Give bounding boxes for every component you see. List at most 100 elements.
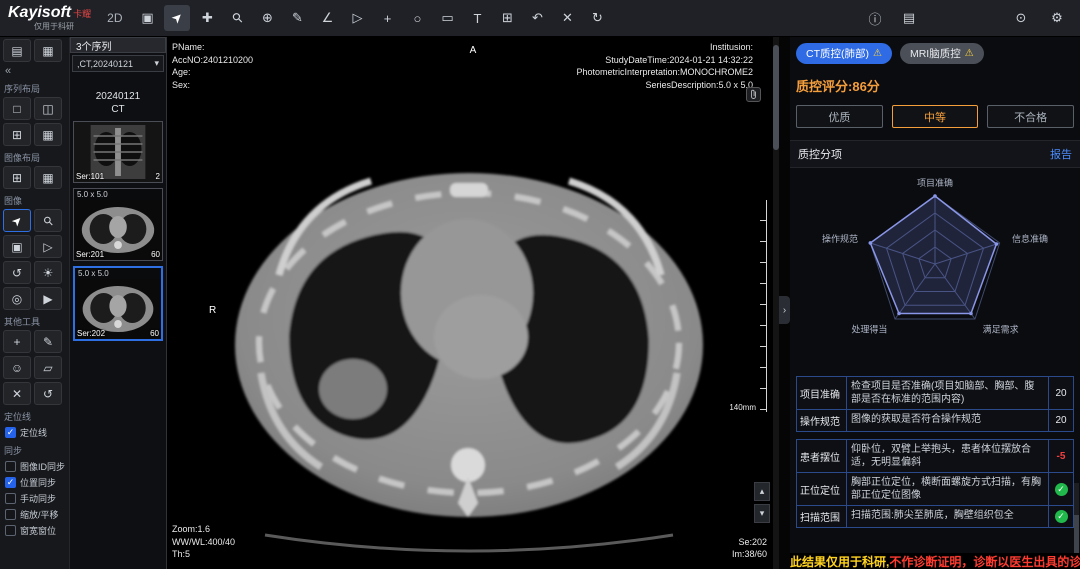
- send-tool-icon[interactable]: ▷: [34, 235, 62, 258]
- rail-icon-grid: +✎☺▱✕↺: [3, 330, 67, 405]
- research-disclaimer: 此结果仅用于科研,不作诊断证明，诊断以医生出具的诊断: [790, 553, 1080, 569]
- qc-item-score: 20: [1049, 410, 1073, 431]
- series-thumbnail[interactable]: 5.0 x 5.0Ser:20160: [73, 188, 163, 261]
- thumbnail-image[interactable]: Ser:20260: [75, 279, 161, 339]
- series-group-modality: CT: [70, 103, 166, 116]
- face-tool-icon[interactable]: ☺: [3, 356, 31, 379]
- zoom-icon[interactable]: ⚲: [224, 5, 250, 31]
- series-dropdown[interactable]: ,CT,20240121 ▾: [72, 55, 164, 72]
- layout-1x1-icon[interactable]: □: [3, 97, 31, 120]
- eraser-tool-icon[interactable]: ▱: [34, 356, 62, 379]
- slice-info-overlay: Se:202 Im:38/60: [732, 536, 767, 561]
- ct-axial-image[interactable]: [167, 37, 779, 569]
- logo-subtitle: 仅用于科研: [34, 23, 91, 31]
- series-panel-icon[interactable]: ▤: [3, 39, 31, 62]
- play-tool-icon[interactable]: ▶: [34, 287, 62, 310]
- image-viewport[interactable]: PName: AccNO:2401210200 Age: Sex: A R In…: [167, 37, 779, 569]
- delete-icon[interactable]: ✕: [554, 5, 580, 31]
- about-icon[interactable]: ⊙: [1008, 5, 1034, 31]
- ellipse-roi-icon[interactable]: ○: [404, 5, 430, 31]
- reset-icon[interactable]: ↻: [584, 5, 610, 31]
- magnify-tool-icon[interactable]: ⚲: [34, 209, 62, 232]
- thumbnail-image[interactable]: Ser:1012: [74, 122, 162, 182]
- checkbox-icon[interactable]: ✓: [5, 477, 16, 488]
- qc-item-score: -5: [1049, 440, 1073, 472]
- thumbnail-series-desc: 5.0 x 5.0: [75, 268, 161, 279]
- point-mark-icon[interactable]: +: [374, 5, 400, 31]
- measure-angle-icon[interactable]: ∠: [314, 5, 340, 31]
- app-logo: Kayisoft 卡耀 仅用于科研: [8, 5, 91, 31]
- text-annotation-icon[interactable]: T: [464, 5, 490, 31]
- warning-icon: ⚠: [965, 48, 974, 59]
- sync-option-checkbox[interactable]: 窗宽窗位: [5, 524, 69, 537]
- annotate-tool-icon[interactable]: ✎: [34, 330, 62, 353]
- layout-3x3-icon[interactable]: ▦: [34, 123, 62, 146]
- qc-tab[interactable]: MRI脑质控⚠: [900, 43, 984, 64]
- series-panel: 3个序列 ,CT,20240121 ▾ 20240121 CT Ser:1012…: [70, 37, 167, 569]
- attachment-icon[interactable]: [746, 87, 761, 102]
- rect-roi-icon[interactable]: ▭: [434, 5, 460, 31]
- checkbox-icon[interactable]: ✓: [5, 427, 16, 438]
- left-tool-rail: ▤▦ « 序列布局□◫⊞▦图像布局⊞▦图像➤⚲▣▷↺☀◎▶其他工具+✎☺▱✕↺ …: [0, 37, 70, 569]
- checkbox-icon[interactable]: [5, 493, 16, 504]
- series-thumbnail[interactable]: Ser:1012: [73, 121, 163, 183]
- series-grid-icon[interactable]: ⊞: [494, 5, 520, 31]
- layout-1x2-icon[interactable]: ◫: [34, 97, 62, 120]
- checkbox-icon[interactable]: [5, 509, 16, 520]
- accession-number: AccNO:2401210200: [172, 54, 253, 67]
- patient-name: PName:: [172, 41, 253, 54]
- sync-option-checkbox[interactable]: ✓位置同步: [5, 476, 69, 489]
- checkbox-icon[interactable]: [5, 461, 16, 472]
- windowing-icon[interactable]: ⊕: [254, 5, 280, 31]
- thumbnail-image-count: 60: [150, 329, 159, 338]
- disclaimer-part-1: 此结果仅用于科研,: [790, 553, 889, 569]
- undo-icon[interactable]: ↶: [524, 5, 550, 31]
- cursor-icon[interactable]: ➤: [164, 5, 190, 31]
- locator-line-checkbox[interactable]: ✓定位线: [5, 426, 69, 439]
- patient-age: Age:: [172, 66, 253, 79]
- probe-icon[interactable]: ▷: [344, 5, 370, 31]
- sync-option-checkbox[interactable]: 图像ID同步: [5, 460, 69, 473]
- mode-2d-label: 2D: [107, 11, 122, 25]
- grade-button[interactable]: 中等: [892, 105, 979, 128]
- checkbox-icon[interactable]: [5, 525, 16, 536]
- image-layout-2x2-icon[interactable]: ⊞: [3, 166, 31, 189]
- report-link[interactable]: 报告: [1050, 146, 1072, 162]
- grade-button[interactable]: 优质: [796, 105, 883, 128]
- sync-section-label: 同步: [4, 444, 69, 457]
- copy-tool-icon[interactable]: ▣: [3, 235, 31, 258]
- series-thumbnail[interactable]: 5.0 x 5.0Ser:20260: [73, 266, 163, 341]
- scroll-up-icon[interactable]: ▴: [754, 482, 770, 501]
- rotate-tool-icon[interactable]: ↺: [3, 261, 31, 284]
- pan-icon[interactable]: ✚: [194, 5, 220, 31]
- grade-button[interactable]: 不合格: [987, 105, 1074, 128]
- qc-score-label: 质控评分:: [796, 79, 852, 94]
- right-panel-handle[interactable]: ›: [779, 296, 790, 324]
- toolbar-right-group: ⓘ▤: [862, 5, 922, 31]
- settings-gear-icon[interactable]: ⚙: [1044, 5, 1070, 31]
- qc-tab[interactable]: CT质控(肺部)⚠: [796, 43, 892, 64]
- image-layout-3x3-icon[interactable]: ▦: [34, 166, 62, 189]
- cursor-tool-icon[interactable]: ➤: [3, 209, 31, 232]
- viewport-layout-icon[interactable]: ▣: [134, 5, 160, 31]
- report-doc-icon[interactable]: ▤: [896, 5, 922, 31]
- qc-table-scrollbar-thumb[interactable]: [1074, 515, 1079, 555]
- collapse-sidebar-icon[interactable]: «: [5, 65, 69, 77]
- target-tool-icon[interactable]: ◎: [3, 287, 31, 310]
- delete-tool-icon[interactable]: ✕: [3, 382, 31, 405]
- viewport-scrollbar-thumb[interactable]: [773, 45, 779, 150]
- series-number: Se:202: [732, 536, 767, 549]
- info-icon[interactable]: ⓘ: [862, 5, 888, 31]
- measure-length-icon[interactable]: ✎: [284, 5, 310, 31]
- layout-panel-icon[interactable]: ▦: [34, 39, 62, 62]
- logo-text: Kayisoft: [8, 5, 71, 21]
- layout-2x2-icon[interactable]: ⊞: [3, 123, 31, 146]
- series-group-date: 20240121: [70, 90, 166, 103]
- scroll-down-icon[interactable]: ▾: [754, 504, 770, 523]
- brightness-tool-icon[interactable]: ☀: [34, 261, 62, 284]
- reset-all-tool-icon[interactable]: ↺: [34, 382, 62, 405]
- add-tool-icon[interactable]: +: [3, 330, 31, 353]
- sync-option-checkbox[interactable]: 手动同步: [5, 492, 69, 505]
- thumbnail-image[interactable]: Ser:20160: [74, 200, 162, 260]
- sync-option-checkbox[interactable]: 缩放/平移: [5, 508, 69, 521]
